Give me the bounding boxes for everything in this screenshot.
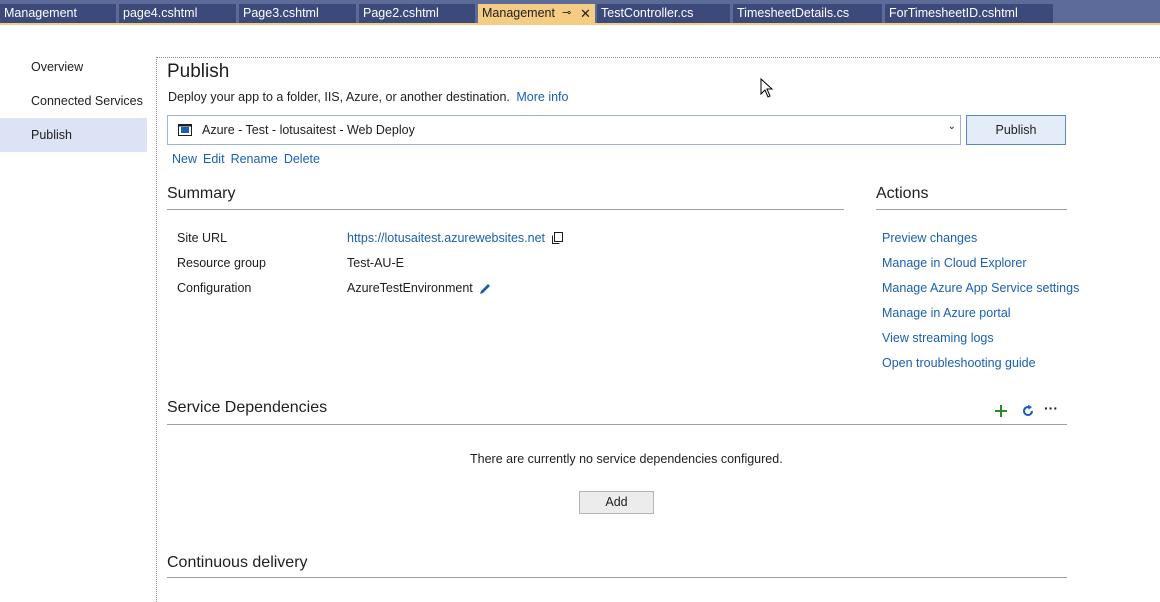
document-tab-strip: Management page4.cshtml Page3.cshtml Pag… (0, 0, 1160, 23)
manage-cloud-explorer-link[interactable]: Manage in Cloud Explorer (882, 256, 1027, 270)
tab-page3[interactable]: Page3.cshtml (239, 4, 356, 23)
tab-page2[interactable]: Page2.cshtml (359, 4, 475, 23)
troubleshooting-guide-link[interactable]: Open troubleshooting guide (882, 356, 1036, 370)
nav-item-connected-services[interactable]: Connected Services (0, 84, 147, 118)
add-dependency-icon[interactable] (994, 404, 1008, 418)
actions-title: Actions (876, 185, 929, 202)
pin-icon[interactable]: ⊸ (562, 4, 571, 23)
tab-fortimesheetid[interactable]: ForTimesheetID.cshtml (885, 4, 1053, 23)
tab-timesheetdetails[interactable]: TimesheetDetails.cs (733, 4, 882, 23)
summary-divider (167, 209, 844, 210)
resource-group-label: Resource group (177, 256, 266, 270)
mouse-cursor-icon (760, 78, 774, 98)
dependencies-divider (167, 424, 1067, 425)
manage-app-service-settings-link[interactable]: Manage Azure App Service settings (882, 281, 1079, 295)
tab-management-active[interactable]: Management ⊸ ✕ (478, 4, 595, 23)
more-options-icon[interactable]: ··· (1044, 400, 1058, 416)
tab-label: TimesheetDetails.cs (737, 6, 850, 20)
more-info-link[interactable]: More info (516, 90, 568, 104)
resource-group-value: Test-AU-E (347, 256, 404, 270)
publish-button[interactable]: Publish (966, 115, 1066, 145)
manage-azure-portal-link[interactable]: Manage in Azure portal (882, 306, 1011, 320)
new-profile-link[interactable]: New (172, 152, 197, 166)
publish-profile-dropdown[interactable]: Azure - Test - lotusaitest - Web Deploy … (167, 115, 961, 145)
edit-pencil-icon[interactable] (478, 282, 492, 296)
add-dependency-button[interactable]: Add (579, 491, 654, 514)
chevron-down-icon: ⌄ (947, 121, 956, 132)
page-title: Publish (167, 61, 230, 82)
publish-panel: Publish Deploy your app to a folder, IIS… (156, 57, 1160, 602)
service-dependencies-title: Service Dependencies (167, 399, 328, 416)
tab-page4[interactable]: page4.cshtml (119, 4, 236, 23)
rename-profile-link[interactable]: Rename (231, 152, 278, 166)
azure-webapp-icon (178, 124, 192, 136)
edit-profile-link[interactable]: Edit (203, 152, 225, 166)
configuration-label: Configuration (177, 281, 252, 295)
tab-label: Management (482, 6, 555, 20)
tab-underline (0, 23, 1160, 25)
site-url-label: Site URL (177, 231, 228, 245)
preview-changes-link[interactable]: Preview changes (882, 231, 977, 245)
description-text: Deploy your app to a folder, IIS, Azure,… (168, 90, 510, 104)
tab-label: Page3.cshtml (243, 6, 319, 20)
no-dependencies-text: There are currently no service dependenc… (470, 452, 783, 466)
publish-description: Deploy your app to a folder, IIS, Azure,… (168, 90, 568, 104)
nav-item-publish[interactable]: Publish (0, 118, 147, 152)
tab-label: TestController.cs (601, 6, 694, 20)
tab-management-1[interactable]: Management (0, 4, 116, 23)
tab-testcontroller[interactable]: TestController.cs (597, 4, 730, 23)
configuration-value: AzureTestEnvironment (347, 281, 473, 295)
actions-divider (876, 209, 1067, 210)
continuous-delivery-title: Continuous delivery (167, 554, 308, 571)
tab-label: Management (4, 6, 77, 20)
site-url-link[interactable]: https://lotusaitest.azurewebsites.net (347, 231, 545, 245)
tab-label: page4.cshtml (123, 6, 198, 20)
delivery-divider (167, 577, 1067, 578)
nav-item-overview[interactable]: Overview (0, 50, 147, 84)
tab-label: ForTimesheetID.cshtml (889, 6, 1018, 20)
publish-profile-value: Azure - Test - lotusaitest - Web Deploy (202, 123, 415, 137)
copy-icon[interactable] (550, 231, 564, 245)
summary-title: Summary (167, 185, 236, 202)
close-icon[interactable]: ✕ (580, 4, 591, 23)
refresh-icon[interactable] (1021, 404, 1035, 418)
view-streaming-logs-link[interactable]: View streaming logs (882, 331, 994, 345)
tab-label: Page2.cshtml (363, 6, 439, 20)
delete-profile-link[interactable]: Delete (284, 152, 320, 166)
profile-actions: New Edit Rename Delete (172, 152, 326, 166)
left-nav: Overview Connected Services Publish (0, 50, 147, 152)
